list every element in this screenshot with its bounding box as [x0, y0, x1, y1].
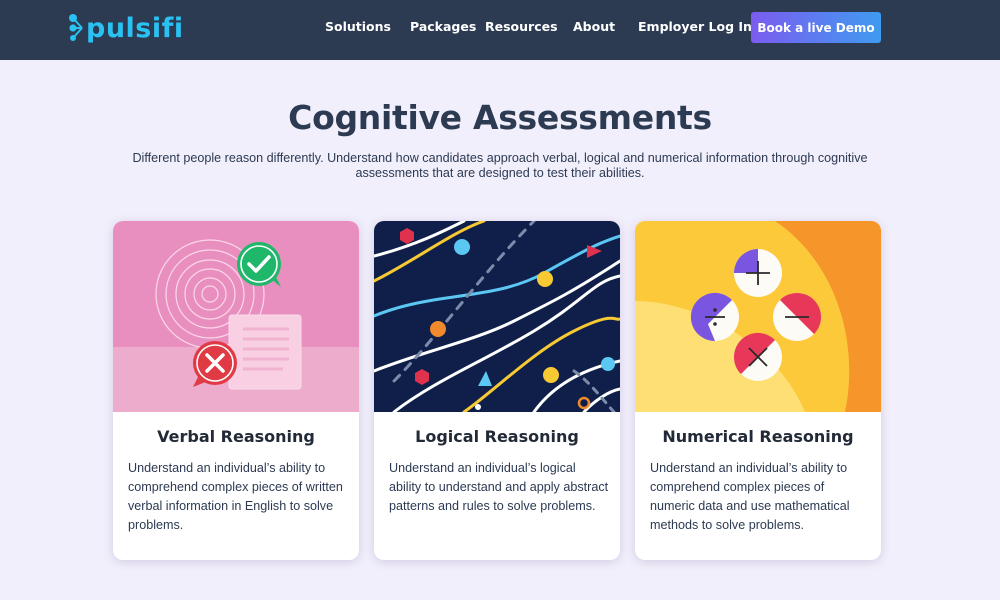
nav-resources[interactable]: Resources: [485, 19, 558, 34]
divide-icon: [690, 292, 739, 342]
nav-solutions[interactable]: Solutions: [325, 19, 391, 34]
card-title: Numerical Reasoning: [662, 427, 854, 446]
document-icon: [228, 314, 302, 390]
numerical-reasoning-illustration: [635, 221, 881, 412]
logical-reasoning-illustration: [374, 221, 620, 412]
card-description: Understand an individual’s logical abili…: [389, 461, 609, 513]
plus-icon: [734, 249, 782, 297]
card-description: Understand an individual’s ability to co…: [650, 461, 850, 532]
logical-reasoning-card[interactable]: Logical Reasoning Understand an individu…: [374, 221, 620, 560]
page-title: Cognitive Assessments: [288, 98, 712, 137]
book-demo-button[interactable]: Book a live Demo: [751, 12, 881, 43]
logo-wordmark: pulsifi: [86, 12, 184, 44]
nav-employer-login[interactable]: Employer Log In: [638, 19, 752, 34]
page-subtitle: Different people reason differently. Und…: [132, 151, 868, 180]
nav-about[interactable]: About: [573, 19, 615, 34]
verbal-reasoning-card[interactable]: Verbal Reasoning Understand an individua…: [113, 221, 359, 560]
card-description: Understand an individual’s ability to co…: [128, 461, 343, 532]
card-title: Verbal Reasoning: [157, 427, 315, 446]
pulsifi-logo[interactable]: pulsifi: [68, 10, 184, 46]
multiply-icon: [733, 332, 782, 381]
card-title: Logical Reasoning: [415, 427, 579, 446]
top-navigation-bar: pulsifi Solutions Packages Resources Abo…: [0, 0, 1000, 60]
numerical-reasoning-card[interactable]: Numerical Reasoning Understand an indivi…: [635, 221, 881, 560]
pulsifi-logo-icon: [69, 14, 83, 41]
verbal-reasoning-illustration: [113, 221, 359, 412]
minus-icon: [773, 292, 822, 341]
nav-packages[interactable]: Packages: [410, 19, 476, 34]
